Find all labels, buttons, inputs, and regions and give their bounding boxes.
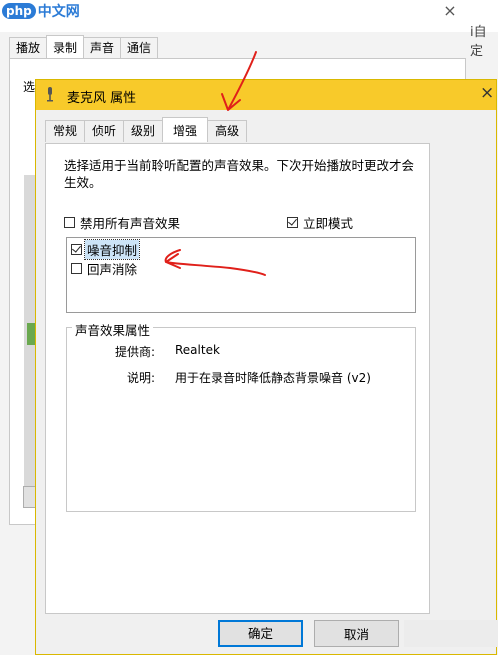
tab-communications[interactable]: 通信 — [120, 37, 159, 58]
dialog-close-button[interactable]: × — [480, 83, 494, 103]
noise-suppression-label[interactable]: 噪音抑制 — [83, 239, 141, 260]
watermark-site-name: 中文网 — [37, 4, 80, 20]
echo-cancellation-label[interactable]: 回声消除 — [87, 259, 137, 278]
tab-listen[interactable]: 侦听 — [84, 120, 125, 142]
enhancements-description: 选择适用于当前聆听配置的声音效果。下次开始播放时更改才会生效。 — [64, 158, 415, 190]
site-watermark: php 中文网 — [2, 2, 80, 20]
dialog-titlebar[interactable]: 麦克风 属性 × — [36, 80, 496, 110]
effect-properties-legend: 声音效果属性 — [72, 320, 154, 339]
immediate-mode-row[interactable]: 立即模式 — [287, 213, 353, 232]
effect-description-label: 说明: — [127, 371, 156, 385]
tab-enhancements[interactable]: 增强 — [162, 117, 209, 142]
microphone-icon — [47, 87, 53, 102]
sound-window-right-text: i自定 — [470, 25, 487, 59]
disable-all-effects-label: 禁用所有声音效果 — [80, 216, 181, 231]
effect-echo-cancellation-row[interactable]: 回声消除 — [71, 259, 137, 278]
device-level-indicator — [27, 323, 35, 345]
effect-description-value: 用于在录音时降低静态背景噪音 (v2) — [175, 371, 371, 385]
sound-window-panel-label: 选 — [23, 80, 36, 94]
noise-suppression-checkbox[interactable] — [71, 244, 82, 255]
obscured-area — [404, 620, 498, 647]
tab-general[interactable]: 常规 — [45, 120, 86, 142]
ok-button[interactable]: 确定 — [218, 620, 303, 647]
tab-playback[interactable]: 播放 — [9, 37, 48, 58]
echo-cancellation-checkbox[interactable] — [71, 263, 82, 274]
provider-label: 提供商: — [115, 345, 156, 359]
disable-all-effects-row[interactable]: 禁用所有声音效果 — [64, 213, 180, 232]
sound-window-close-button[interactable]: × — [440, 0, 460, 22]
sound-window-tabs: 播放 录制 声音 通信 — [9, 35, 159, 59]
tab-recording[interactable]: 录制 — [46, 35, 85, 58]
tab-sounds[interactable]: 声音 — [83, 37, 122, 58]
immediate-mode-label: 立即模式 — [303, 216, 354, 231]
cancel-button[interactable]: 取消 — [314, 620, 399, 647]
watermark-badge: php — [2, 3, 36, 19]
immediate-mode-checkbox[interactable] — [287, 217, 298, 228]
effect-noise-suppression-row[interactable]: 噪音抑制 — [71, 239, 141, 260]
provider-value: Realtek — [175, 343, 220, 357]
dialog-tabs: 常规 侦听 级别 增强 高级 — [45, 117, 248, 143]
tab-levels[interactable]: 级别 — [123, 120, 164, 142]
microphone-properties-dialog: 麦克风 属性 × 常规 侦听 级别 增强 高级 选择适用于当前聆听配置的声音效果… — [35, 79, 498, 655]
disable-all-effects-checkbox[interactable] — [64, 217, 75, 228]
dialog-title: 麦克风 属性 — [67, 91, 137, 106]
tab-advanced[interactable]: 高级 — [207, 120, 248, 142]
